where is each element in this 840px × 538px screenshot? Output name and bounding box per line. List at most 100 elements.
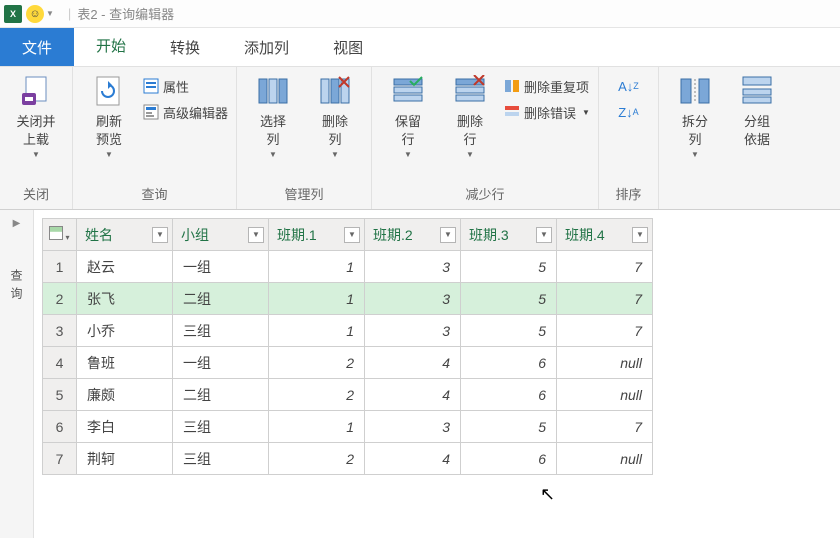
row-number[interactable]: 1 bbox=[43, 251, 77, 283]
cell[interactable]: 6 bbox=[461, 443, 557, 475]
cell[interactable]: 三组 bbox=[173, 315, 269, 347]
cell[interactable]: 2 bbox=[269, 443, 365, 475]
cell[interactable]: 张飞 bbox=[77, 283, 173, 315]
cell[interactable]: 5 bbox=[461, 315, 557, 347]
column-header[interactable]: 小组▼ bbox=[173, 219, 269, 251]
cell[interactable]: 一组 bbox=[173, 347, 269, 379]
row-number[interactable]: 3 bbox=[43, 315, 77, 347]
table-row[interactable]: 6李白三组1357 bbox=[43, 411, 653, 443]
column-header[interactable]: 班期.2▼ bbox=[365, 219, 461, 251]
sort-asc-icon: A↓Z bbox=[620, 78, 636, 94]
cell[interactable]: null bbox=[557, 379, 653, 411]
choose-columns-button[interactable]: 选择 列 ▼ bbox=[245, 71, 301, 161]
cell[interactable]: 赵云 bbox=[77, 251, 173, 283]
keep-rows-icon bbox=[392, 75, 424, 107]
cell[interactable]: 2 bbox=[269, 347, 365, 379]
row-number[interactable]: 5 bbox=[43, 379, 77, 411]
cell[interactable]: 二组 bbox=[173, 379, 269, 411]
cell[interactable]: 5 bbox=[461, 411, 557, 443]
cell[interactable]: 三组 bbox=[173, 411, 269, 443]
cell[interactable]: 小乔 bbox=[77, 315, 173, 347]
row-number[interactable]: 6 bbox=[43, 411, 77, 443]
filter-dropdown-icon[interactable]: ▼ bbox=[248, 227, 264, 243]
column-header[interactable]: 班期.3▼ bbox=[461, 219, 557, 251]
smiley-icon[interactable]: ☺ bbox=[26, 5, 44, 23]
cell[interactable]: 1 bbox=[269, 283, 365, 315]
filter-dropdown-icon[interactable]: ▼ bbox=[344, 227, 360, 243]
cell[interactable]: 李白 bbox=[77, 411, 173, 443]
cell[interactable]: 4 bbox=[365, 347, 461, 379]
tab-file[interactable]: 文件 bbox=[0, 28, 74, 66]
filter-dropdown-icon[interactable]: ▼ bbox=[440, 227, 456, 243]
cell[interactable]: 4 bbox=[365, 443, 461, 475]
qat-dropdown-icon[interactable]: ▼ bbox=[46, 9, 54, 18]
cell[interactable]: 二组 bbox=[173, 283, 269, 315]
remove-duplicates-button[interactable]: 删除重复项 bbox=[504, 75, 590, 97]
remove-columns-button[interactable]: 删除 列 ▼ bbox=[307, 71, 363, 161]
queries-pane-collapsed[interactable]: ▶ 查询 bbox=[0, 210, 34, 538]
cell[interactable]: 3 bbox=[365, 251, 461, 283]
cell[interactable]: 1 bbox=[269, 315, 365, 347]
cell[interactable]: 4 bbox=[365, 379, 461, 411]
cell[interactable]: 1 bbox=[269, 411, 365, 443]
properties-label: 属性 bbox=[163, 77, 189, 96]
column-header-label: 班期.1 bbox=[277, 227, 317, 243]
tab-transform[interactable]: 转换 bbox=[148, 28, 222, 66]
table-row[interactable]: 1赵云一组1357 bbox=[43, 251, 653, 283]
cell[interactable]: 7 bbox=[557, 315, 653, 347]
table-row[interactable]: 5廉颇二组246null bbox=[43, 379, 653, 411]
sort-desc-button[interactable]: Z↓A bbox=[607, 101, 650, 123]
cell[interactable]: 荆轲 bbox=[77, 443, 173, 475]
advanced-editor-button[interactable]: 高级编辑器 bbox=[143, 101, 228, 123]
row-number[interactable]: 7 bbox=[43, 443, 77, 475]
chevron-down-icon: ▼ bbox=[691, 149, 699, 160]
refresh-preview-button[interactable]: 刷新 预览 ▼ bbox=[81, 71, 137, 161]
advanced-editor-icon bbox=[143, 104, 159, 120]
cell[interactable]: 7 bbox=[557, 411, 653, 443]
sort-asc-button[interactable]: A↓Z bbox=[607, 75, 650, 97]
table-row[interactable]: 7荆轲三组246null bbox=[43, 443, 653, 475]
keep-rows-button[interactable]: 保留 行 ▼ bbox=[380, 71, 436, 161]
data-grid[interactable]: ▾姓名▼小组▼班期.1▼班期.2▼班期.3▼班期.4▼1赵云一组13572张飞二… bbox=[34, 210, 840, 538]
cell[interactable]: 5 bbox=[461, 251, 557, 283]
close-and-load-button[interactable]: 关闭并 上载 ▼ bbox=[8, 71, 64, 161]
refresh-label: 刷新 预览 bbox=[96, 113, 122, 149]
cell[interactable]: 一组 bbox=[173, 251, 269, 283]
column-header[interactable]: 班期.4▼ bbox=[557, 219, 653, 251]
table-row[interactable]: 4鲁班一组246null bbox=[43, 347, 653, 379]
remove-errors-button[interactable]: 删除错误 ▼ bbox=[504, 101, 590, 123]
tab-view[interactable]: 视图 bbox=[311, 28, 385, 66]
cell[interactable]: 2 bbox=[269, 379, 365, 411]
column-header[interactable]: 姓名▼ bbox=[77, 219, 173, 251]
remove-rows-button[interactable]: 删除 行 ▼ bbox=[442, 71, 498, 161]
cell[interactable]: null bbox=[557, 443, 653, 475]
filter-dropdown-icon[interactable]: ▼ bbox=[152, 227, 168, 243]
group-by-button[interactable]: 分组 依据 bbox=[729, 71, 785, 149]
table-icon-cell[interactable]: ▾ bbox=[43, 219, 77, 251]
tab-addcolumn[interactable]: 添加列 bbox=[222, 28, 311, 66]
table-row[interactable]: 3小乔三组1357 bbox=[43, 315, 653, 347]
cell[interactable]: null bbox=[557, 347, 653, 379]
cell[interactable]: 5 bbox=[461, 283, 557, 315]
row-number[interactable]: 4 bbox=[43, 347, 77, 379]
expand-pane-icon[interactable]: ▶ bbox=[13, 218, 21, 229]
tab-home[interactable]: 开始 bbox=[74, 28, 148, 66]
split-column-button[interactable]: 拆分 列 ▼ bbox=[667, 71, 723, 161]
table-row[interactable]: 2张飞二组1357 bbox=[43, 283, 653, 315]
filter-dropdown-icon[interactable]: ▼ bbox=[536, 227, 552, 243]
row-number[interactable]: 2 bbox=[43, 283, 77, 315]
cell[interactable]: 7 bbox=[557, 283, 653, 315]
cell[interactable]: 3 bbox=[365, 283, 461, 315]
properties-button[interactable]: 属性 bbox=[143, 75, 228, 97]
cell[interactable]: 1 bbox=[269, 251, 365, 283]
filter-dropdown-icon[interactable]: ▼ bbox=[632, 227, 648, 243]
cell[interactable]: 鲁班 bbox=[77, 347, 173, 379]
cell[interactable]: 6 bbox=[461, 347, 557, 379]
column-header[interactable]: 班期.1 ▼ bbox=[269, 219, 365, 251]
cell[interactable]: 6 bbox=[461, 379, 557, 411]
cell[interactable]: 廉颇 bbox=[77, 379, 173, 411]
cell[interactable]: 3 bbox=[365, 411, 461, 443]
cell[interactable]: 3 bbox=[365, 315, 461, 347]
cell[interactable]: 三组 bbox=[173, 443, 269, 475]
cell[interactable]: 7 bbox=[557, 251, 653, 283]
